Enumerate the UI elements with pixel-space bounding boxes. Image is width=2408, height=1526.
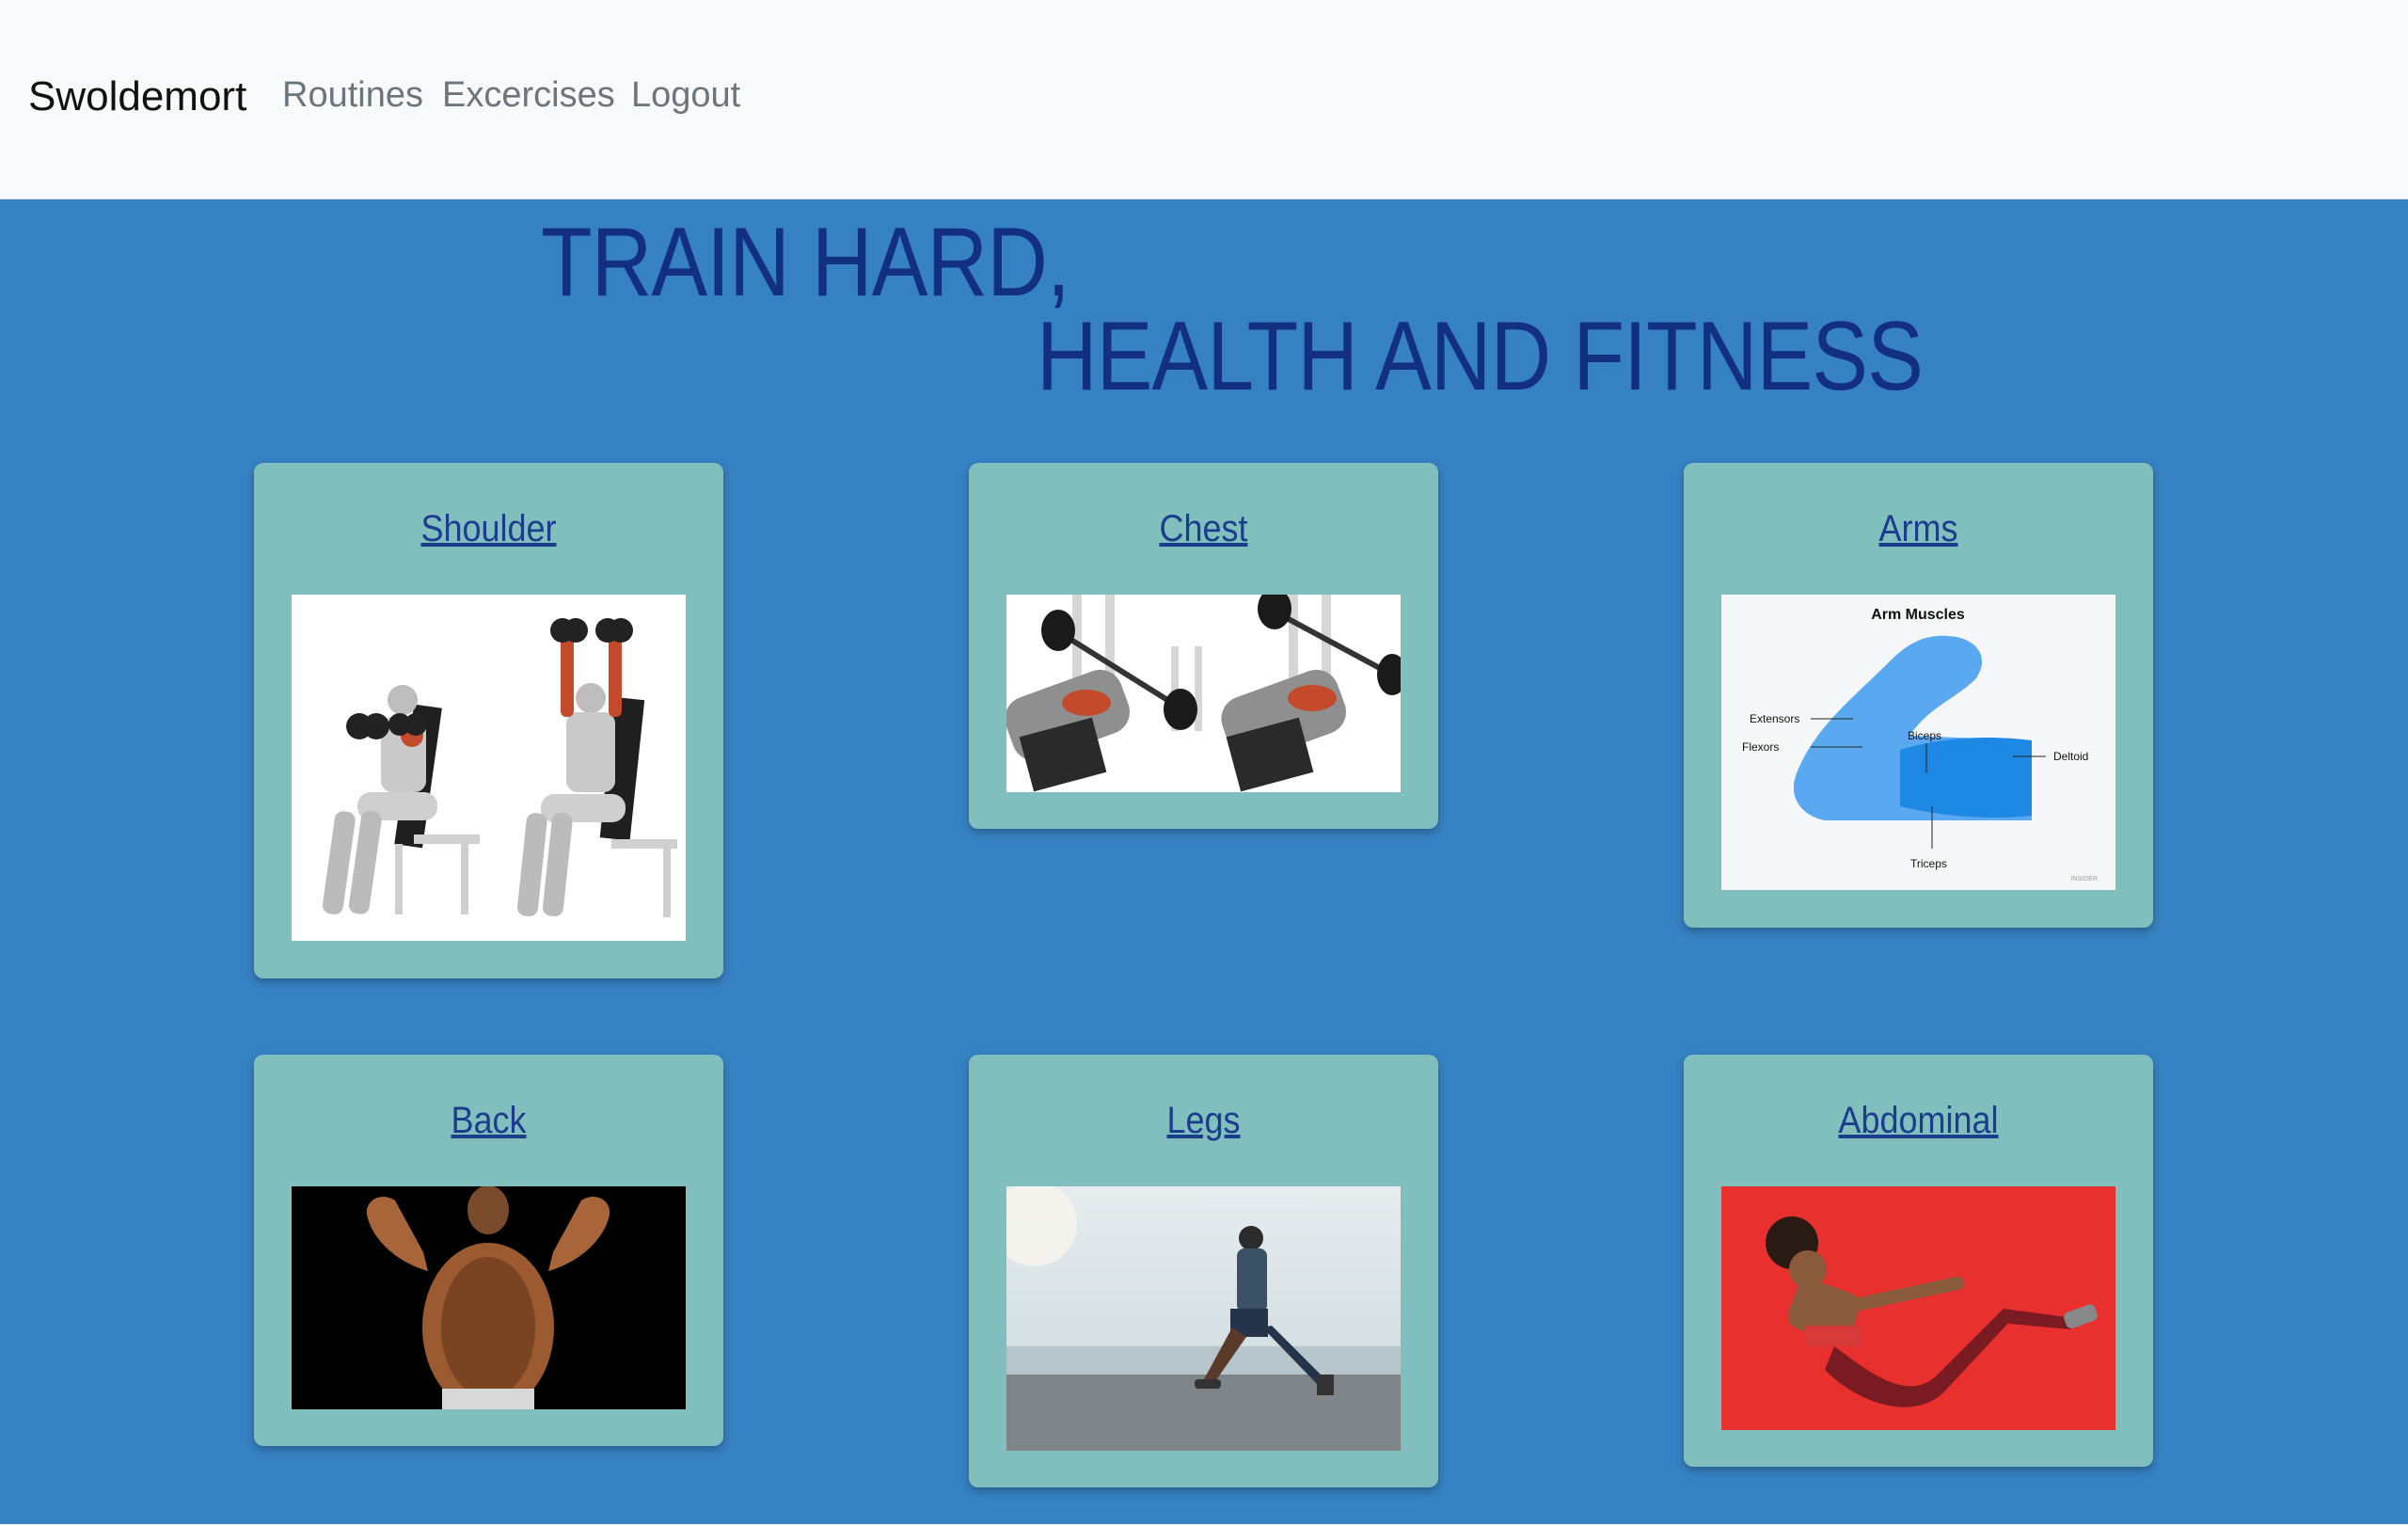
diagram-credit: INSIDER	[2071, 876, 2098, 882]
main-content: TRAIN HARD, HEALTH AND FITNESS Shoulder	[0, 199, 2408, 1524]
nav-link-excercises[interactable]: Excercises	[442, 75, 615, 116]
card-title-shoulder[interactable]: Shoulder	[277, 508, 700, 550]
card-title-legs[interactable]: Legs	[992, 1100, 1415, 1142]
back-image[interactable]	[292, 1186, 686, 1409]
card-legs: Legs	[969, 1055, 1438, 1487]
hero-line-1: TRAIN HARD,	[541, 208, 1070, 317]
card-abdominal: Abdominal	[1684, 1055, 2153, 1467]
card-title-back[interactable]: Back	[277, 1100, 700, 1142]
card-back: Back	[254, 1055, 723, 1446]
card-chest: Chest	[969, 463, 1438, 829]
label-extensors: Extensors	[1750, 712, 1799, 725]
legs-image[interactable]	[1006, 1186, 1401, 1451]
arm-diagram-title: Arm Muscles	[1871, 607, 1965, 623]
nav-link-logout[interactable]: Logout	[631, 75, 740, 116]
label-biceps: Biceps	[1908, 729, 1941, 742]
shoulder-image[interactable]	[292, 595, 686, 941]
card-arms: Arms Arm Muscles Extensors Flexors Bicep…	[1684, 463, 2153, 928]
label-triceps: Triceps	[1910, 857, 1947, 870]
card-title-abdominal[interactable]: Abdominal	[1707, 1100, 2130, 1142]
card-title-arms[interactable]: Arms	[1707, 508, 2130, 550]
chest-image[interactable]	[1006, 595, 1401, 792]
label-deltoid: Deltoid	[2053, 750, 2088, 763]
arms-image[interactable]: Arm Muscles Extensors Flexors Biceps Del…	[1721, 595, 2115, 890]
brand-link[interactable]: Swoldemort	[28, 73, 246, 120]
top-navbar: Swoldemort Routines Excercises Logout	[0, 0, 2408, 199]
label-flexors: Flexors	[1742, 740, 1779, 754]
hero-line-2: HEALTH AND FITNESS	[1037, 302, 1924, 411]
card-title-chest[interactable]: Chest	[992, 508, 1415, 550]
abdominal-image[interactable]	[1721, 1186, 2115, 1430]
card-shoulder: Shoulder	[254, 463, 723, 978]
nav-link-routines[interactable]: Routines	[282, 75, 423, 116]
